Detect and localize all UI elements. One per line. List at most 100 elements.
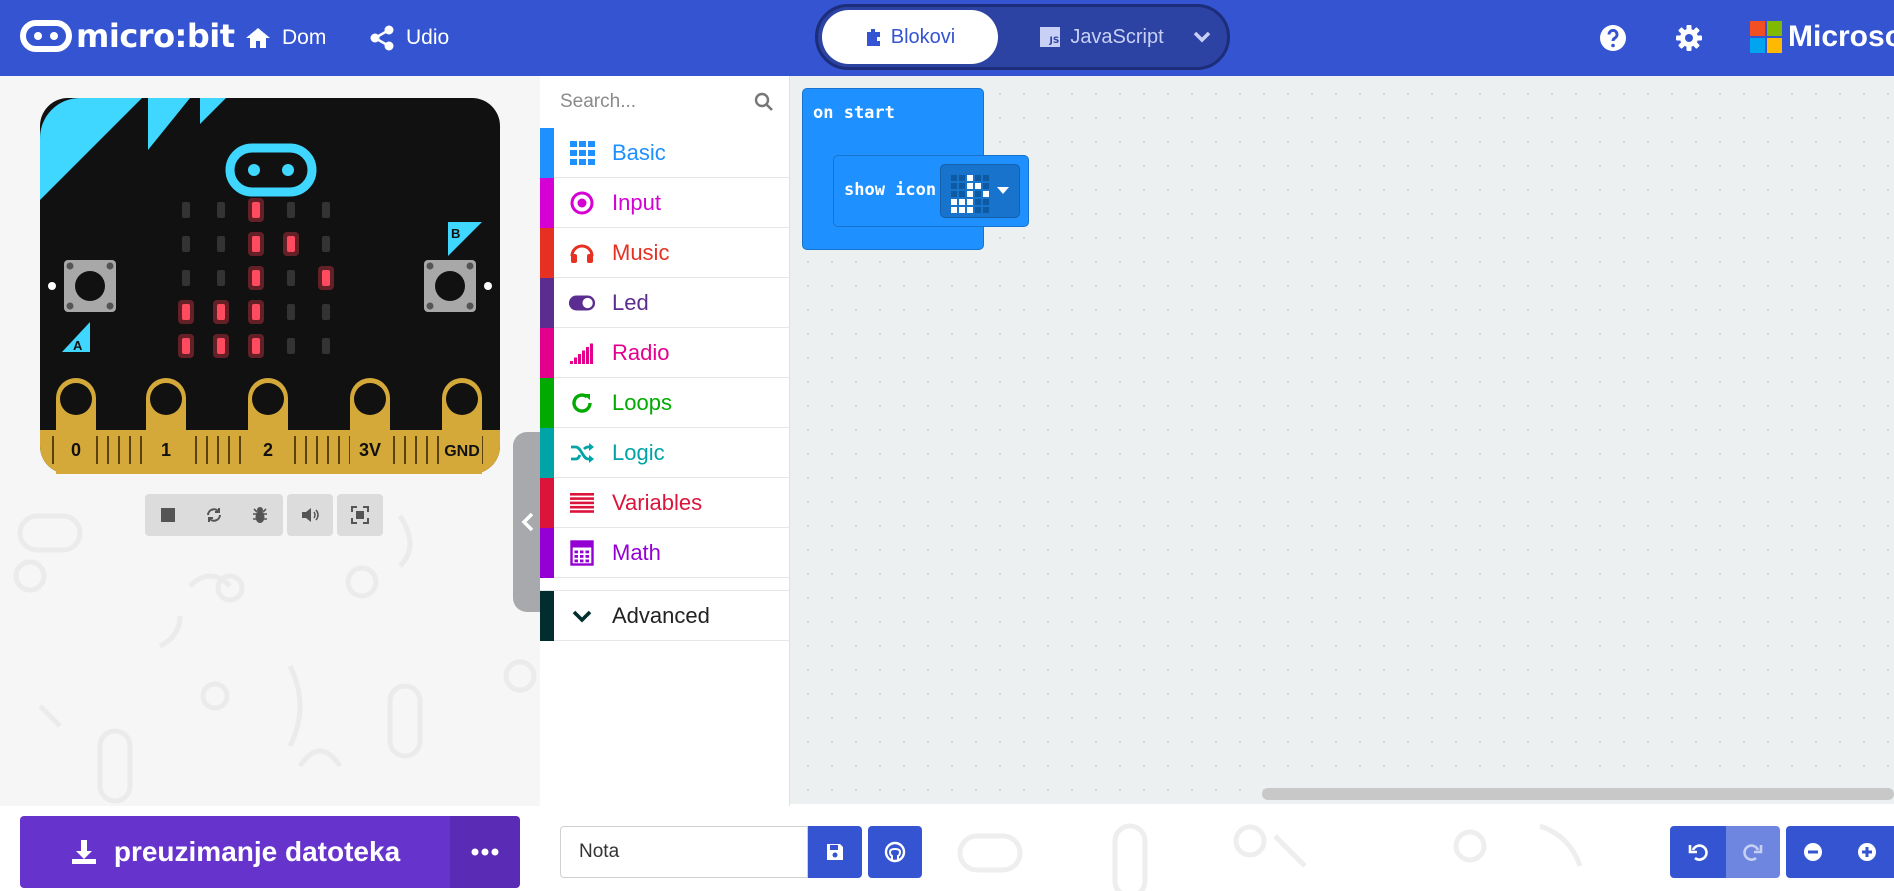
led-on <box>252 236 260 252</box>
led-on <box>182 338 190 354</box>
led-off <box>322 304 330 320</box>
edge-connector-finger <box>228 436 230 464</box>
home-button[interactable]: Dom <box>244 20 326 56</box>
microsoft-logo[interactable]: Microsoft <box>1750 20 1894 54</box>
led-on <box>182 304 190 320</box>
category-basic[interactable]: Basic <box>540 127 790 178</box>
icon-pixel-on <box>951 199 957 205</box>
refresh-icon <box>568 389 596 417</box>
javascript-tab[interactable]: JS JavaScript <box>1022 10 1182 64</box>
category-color-stripe <box>540 127 554 178</box>
button-a[interactable] <box>64 260 116 312</box>
icon-pixel-off <box>951 183 957 189</box>
restart-simulator-button[interactable] <box>191 494 237 536</box>
list-icon <box>568 489 596 517</box>
category-radio[interactable]: Radio <box>540 327 790 378</box>
github-button[interactable] <box>868 826 922 878</box>
category-math[interactable]: Math <box>540 527 790 578</box>
edge-connector-finger <box>118 436 120 464</box>
led-off <box>322 338 330 354</box>
category-label: Input <box>612 189 661 215</box>
pin-label: 1 <box>161 440 171 460</box>
pin-3v[interactable]: 3V <box>350 378 390 474</box>
led-off <box>217 202 225 218</box>
category-color-stripe <box>540 590 554 641</box>
home-icon <box>246 28 270 48</box>
category-list: Basic Input Music Led Radio Loops Logic Variabl… <box>540 127 790 641</box>
category-label: Basic <box>612 139 666 165</box>
github-icon <box>884 841 906 863</box>
mute-icon <box>302 508 319 522</box>
icon-picker-dropdown[interactable] <box>940 164 1020 218</box>
icon-pixel-on <box>967 207 973 213</box>
category-variables[interactable]: Variables <box>540 477 790 528</box>
edge-connector-finger <box>206 436 208 464</box>
category-color-stripe <box>540 427 554 478</box>
search-icon[interactable] <box>754 92 774 112</box>
workspace-horizontal-scrollbar[interactable] <box>1262 788 1894 800</box>
redo-button[interactable] <box>1726 826 1780 878</box>
led-on <box>252 338 260 354</box>
blocks-tab-label: Blokovi <box>890 25 956 48</box>
button-b[interactable] <box>424 260 476 312</box>
pin-hole <box>354 383 386 415</box>
download-label: preuzimanje datoteka <box>113 836 401 867</box>
icon-pixel-on <box>975 183 981 189</box>
search-input[interactable] <box>560 91 745 113</box>
mute-simulator-button[interactable] <box>287 494 333 536</box>
show-icon-block[interactable]: show icon <box>833 155 1029 227</box>
pin-1[interactable]: 1 <box>146 378 186 474</box>
share-icon <box>370 25 394 51</box>
led-off <box>287 304 295 320</box>
category-input[interactable]: Input <box>540 177 790 228</box>
project-name-input[interactable] <box>560 826 808 878</box>
debug-simulator-button[interactable] <box>237 494 283 536</box>
stop-simulator-button[interactable] <box>145 494 191 536</box>
microbit-board[interactable]: A B 0 1 2 3V GND <box>40 98 500 474</box>
share-button[interactable]: Udio <box>368 20 449 56</box>
on-start-block[interactable]: on start show icon <box>802 88 1029 250</box>
button-a-label: A <box>73 338 83 353</box>
undo-button[interactable] <box>1670 826 1726 878</box>
grid-icon <box>568 139 596 167</box>
pin-label: GND <box>444 443 480 460</box>
led-off <box>182 236 190 252</box>
top-bar: micro:bit Dom Udio Blokovi JS JavaScript… <box>0 0 1894 76</box>
zoom-in-button[interactable] <box>1840 826 1894 878</box>
collapse-simulator-button[interactable] <box>513 432 540 612</box>
led-off <box>287 338 295 354</box>
settings-button[interactable] <box>1671 20 1707 56</box>
category-loops[interactable]: Loops <box>540 377 790 428</box>
category-led[interactable]: Led <box>540 277 790 328</box>
fullscreen-simulator-button[interactable] <box>337 494 383 536</box>
edge-connector-finger <box>426 436 428 464</box>
icon-pixel-off <box>951 175 957 181</box>
pin-2[interactable]: 2 <box>248 378 288 474</box>
blocks-workspace[interactable]: on start show icon <box>790 76 1894 804</box>
help-button[interactable] <box>1595 20 1631 56</box>
blocks-tab[interactable]: Blokovi <box>822 10 998 64</box>
redo-icon <box>1743 844 1763 861</box>
pin-gnd[interactable]: GND <box>442 378 482 474</box>
category-music[interactable]: Music <box>540 227 790 278</box>
icon-pixel-off <box>975 175 981 181</box>
icon-pixel-on <box>967 191 973 197</box>
category-label: Logic <box>612 439 665 465</box>
save-button[interactable] <box>808 826 862 878</box>
microbit-logo[interactable]: micro:bit <box>20 16 235 56</box>
undo-icon <box>1688 844 1708 861</box>
download-button[interactable]: preuzimanje datoteka <box>20 816 450 888</box>
category-logic[interactable]: Logic <box>540 427 790 478</box>
puzzle-icon <box>866 29 880 46</box>
pin-0[interactable]: 0 <box>56 378 96 474</box>
category-color-stripe <box>540 377 554 428</box>
zoom-out-icon <box>1804 843 1822 861</box>
js-icon: JS <box>1040 27 1061 47</box>
category-label: Variables <box>612 489 703 515</box>
icon-pixel-on <box>959 199 965 205</box>
zoom-out-button[interactable] <box>1786 826 1840 878</box>
more-options-button[interactable] <box>450 816 520 888</box>
language-dropdown-button[interactable] <box>1186 21 1218 53</box>
category-advanced[interactable]: Advanced <box>540 590 790 641</box>
gear-icon <box>1676 25 1702 51</box>
